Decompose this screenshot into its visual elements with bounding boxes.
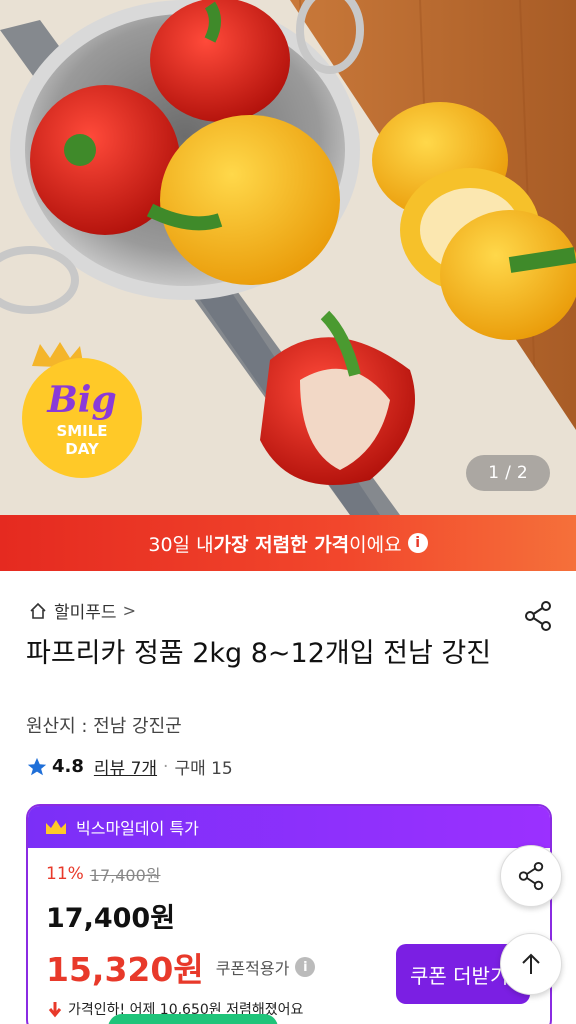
svg-text:DAY: DAY — [65, 440, 100, 458]
crown-icon: Big SMILE DAY — [22, 342, 142, 478]
down-arrow-icon — [48, 1002, 62, 1018]
discount-row: 11% 17,400원 — [46, 862, 532, 886]
star-icon — [27, 757, 47, 775]
big-smile-day-badge: Big SMILE DAY — [18, 340, 148, 480]
separator-dot: · — [163, 756, 169, 777]
floating-share-button[interactable] — [500, 845, 562, 907]
page-total: 2 — [516, 463, 528, 483]
image-page-indicator: 1 / 2 — [466, 455, 550, 491]
coupon-price-label: 쿠폰적용가 — [215, 959, 290, 978]
product-title: 파프리카 정품 2kg 8~12개입 전남 강진 — [26, 638, 492, 669]
banner-text-post: 이에요 — [349, 533, 402, 556]
svg-text:Big: Big — [46, 379, 116, 421]
arrow-up-icon — [522, 953, 540, 974]
share-icon[interactable] — [522, 600, 554, 632]
deal-header-label: 빅스마일데이 특가 — [76, 819, 199, 838]
banner-text-pre: 30일 내 — [148, 533, 214, 556]
bottom-action-bar[interactable] — [108, 1014, 278, 1024]
chevron-right-icon: > — [122, 601, 136, 620]
rating-score: 4.8 — [52, 756, 84, 777]
page-separator: / — [505, 463, 511, 483]
crown-icon — [46, 820, 66, 834]
lowest-price-banner: 30일 내 가장 저렴한 가격 이에요 i — [0, 515, 576, 571]
info-icon[interactable]: i — [407, 533, 428, 553]
seller-link[interactable]: 할미푸드 > — [28, 598, 136, 623]
page-current: 1 — [488, 463, 500, 483]
discount-percent: 11% — [46, 864, 84, 884]
origin-text: 원산지 : 전남 강진군 — [26, 716, 182, 737]
seller-name: 할미푸드 — [54, 603, 117, 623]
svg-text:SMILE: SMILE — [56, 422, 107, 440]
sale-price: 17,400원 — [46, 903, 176, 934]
product-image[interactable]: Big SMILE DAY 1 / 2 — [0, 0, 576, 515]
home-icon — [30, 602, 46, 619]
deal-header: 빅스마일데이 특가 — [28, 806, 550, 848]
banner-text-bold: 가장 저렴한 가격 — [213, 533, 350, 556]
scroll-top-button[interactable] — [500, 933, 562, 995]
review-link[interactable]: 리뷰 7개 — [94, 754, 157, 779]
coupon-price: 15,320원 — [46, 950, 204, 989]
original-price: 17,400원 — [89, 866, 161, 885]
purchase-count: 구매 15 — [174, 759, 233, 779]
info-icon[interactable]: i — [295, 957, 316, 977]
rating-row: 4.8 리뷰 7개 · 구매 15 — [26, 754, 233, 779]
share-icon — [518, 861, 544, 891]
